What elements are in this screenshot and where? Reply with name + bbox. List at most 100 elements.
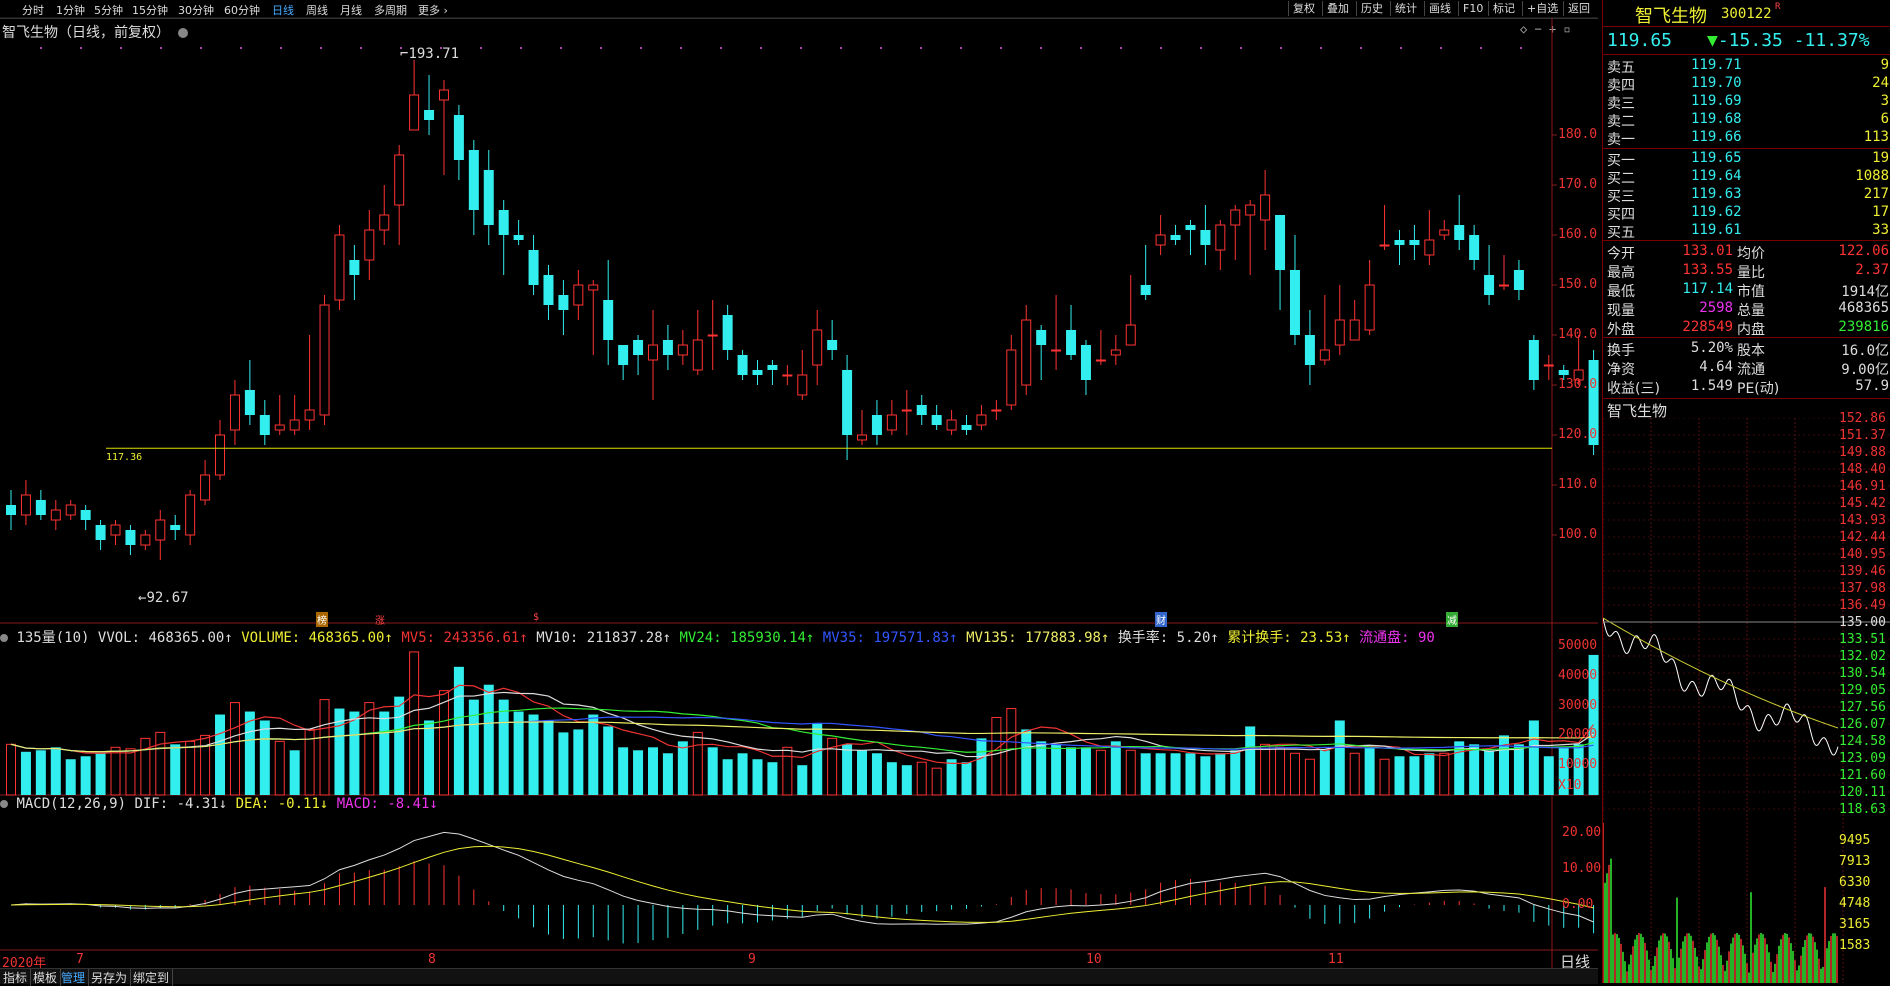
- mini-price-tick: 129.05: [1839, 683, 1886, 698]
- volume-bar: [229, 702, 240, 796]
- quote-panel: 智飞生物 300122 R 119.65 ▼-15.35 -11.37% 卖五 1…: [1602, 0, 1890, 983]
- marker-dot: [1160, 47, 1162, 49]
- candle-body: [1543, 364, 1554, 367]
- bid-row[interactable]: 买一 119.65 19: [1603, 150, 1890, 169]
- kline-chart[interactable]: [0, 0, 1600, 983]
- mini-price-tick: 145.42: [1839, 496, 1886, 511]
- tab-manage[interactable]: 管理: [58, 969, 90, 986]
- candle-body: [767, 365, 778, 370]
- tab-save-as[interactable]: 另存为: [88, 969, 132, 986]
- candle-body: [1230, 209, 1241, 226]
- volume-bar: [752, 759, 763, 795]
- x-axis-month: 9: [748, 952, 756, 967]
- candle-body: [827, 340, 838, 350]
- macd-indicator-name[interactable]: MACD(12,26,9): [16, 796, 126, 812]
- event-tag-zhang[interactable]: 涨: [375, 612, 385, 627]
- ask-row[interactable]: 卖五 119.71 9: [1603, 57, 1890, 76]
- mini-price-tick: 118.63: [1839, 802, 1886, 817]
- marker-dot: [1240, 47, 1242, 49]
- marker-dot: [160, 47, 162, 49]
- mini-price-tick: 140.95: [1839, 547, 1886, 562]
- stat-value: 133.55: [1682, 262, 1733, 278]
- candle-body: [1140, 285, 1151, 295]
- volume-bar: [1185, 753, 1196, 795]
- macd-indicator-icon[interactable]: [0, 800, 8, 808]
- event-tag-bang[interactable]: 榜: [316, 612, 328, 627]
- candle-body: [424, 110, 435, 120]
- book-price: 119.65: [1691, 150, 1742, 166]
- book-volume: 33: [1872, 222, 1889, 238]
- candle-body: [677, 344, 688, 356]
- candle-body: [1439, 229, 1450, 236]
- ask-row[interactable]: 卖四 119.70 24: [1603, 75, 1890, 94]
- volume-indicator-value: MV5: 243356.61↑: [401, 630, 537, 643]
- candle-body: [110, 524, 121, 536]
- volume-bar: [767, 762, 778, 795]
- tab-template[interactable]: 模板: [30, 969, 62, 986]
- volume-bar: [1543, 756, 1554, 795]
- candle-body: [1469, 235, 1480, 260]
- macd-tick-label: 0.00: [1562, 897, 1594, 912]
- candle-body: [543, 275, 554, 305]
- event-tag-dollar[interactable]: $: [533, 612, 539, 623]
- volume-bar: [1469, 744, 1480, 795]
- x-axis-month: 10: [1086, 952, 1102, 967]
- bid-row[interactable]: 买三 119.63 217: [1603, 186, 1890, 205]
- candle-body: [1558, 370, 1569, 375]
- volume-indicator-icon[interactable]: [0, 634, 8, 642]
- volume-bar: [513, 711, 524, 795]
- event-tag-jian[interactable]: 减: [1446, 612, 1458, 627]
- volume-bar: [647, 747, 658, 795]
- candle-body: [379, 214, 390, 231]
- book-volume: 3: [1880, 93, 1889, 109]
- volume-indicator-value: VVOL: 468365.00↑: [97, 630, 242, 643]
- book-label: 买二: [1607, 171, 1635, 187]
- stat-label: 量比: [1737, 265, 1765, 281]
- stat-value: 117.14: [1682, 281, 1733, 297]
- event-tag-cai[interactable]: 财: [1155, 612, 1167, 627]
- x-axis: 2020年 7 8 9 10 11: [0, 952, 1550, 971]
- bid-row[interactable]: 买二 119.64 1088: [1603, 168, 1890, 187]
- volume-indicator-value: 累计换手: 23.53↑: [1227, 630, 1360, 643]
- tab-bind-to[interactable]: 绑定到: [130, 969, 174, 986]
- volume-bar: [1379, 758, 1390, 796]
- ask-row[interactable]: 卖二 119.68 6: [1603, 111, 1890, 130]
- mini-price-tick: 149.88: [1839, 445, 1886, 460]
- tab-indicator[interactable]: 指标: [0, 969, 32, 986]
- macd-indicator-value: MACD: -8.41↓: [328, 796, 438, 812]
- candle-body: [647, 344, 658, 361]
- ask-row[interactable]: 卖三 119.69 3: [1603, 93, 1890, 112]
- candle-body: [916, 405, 927, 415]
- volume-bar: [1110, 741, 1121, 795]
- ask-row[interactable]: 卖一 119.66 113: [1603, 129, 1890, 148]
- stat-label: 股本: [1737, 343, 1765, 359]
- candle-body: [1289, 270, 1300, 335]
- volume-bar: [976, 738, 987, 795]
- candle-body: [1260, 194, 1271, 221]
- bid-row[interactable]: 买四 119.62 17: [1603, 204, 1890, 223]
- support-label: 117.36: [106, 452, 143, 463]
- volume-bar: [65, 759, 76, 795]
- volume-tick-label: 10000: [1558, 757, 1598, 773]
- volume-bar: [916, 761, 927, 796]
- candle-body: [155, 519, 166, 541]
- volume-bar: [50, 747, 61, 795]
- volume-bar: [1215, 753, 1226, 795]
- candle-body: [319, 304, 330, 416]
- stat-label: 外盘: [1607, 322, 1635, 338]
- marker-dot: [240, 47, 242, 49]
- volume-bar: [1051, 744, 1062, 795]
- candle-body: [185, 494, 196, 536]
- volume-bar: [1006, 708, 1017, 796]
- book-label: 卖三: [1607, 96, 1635, 112]
- price-tick-label: 100.0: [1558, 527, 1598, 542]
- volume-indicator-name[interactable]: 135量(10): [16, 630, 89, 643]
- down-arrow-icon: ▼: [1707, 30, 1718, 51]
- mini-price-tick: 126.07: [1839, 717, 1886, 732]
- volume-bar: [558, 732, 569, 795]
- bid-row[interactable]: 买五 119.61 33: [1603, 222, 1890, 241]
- marker-dot: [1000, 47, 1002, 49]
- candle-body: [409, 94, 420, 131]
- volume-bar: [170, 744, 181, 795]
- candle-body: [483, 170, 494, 225]
